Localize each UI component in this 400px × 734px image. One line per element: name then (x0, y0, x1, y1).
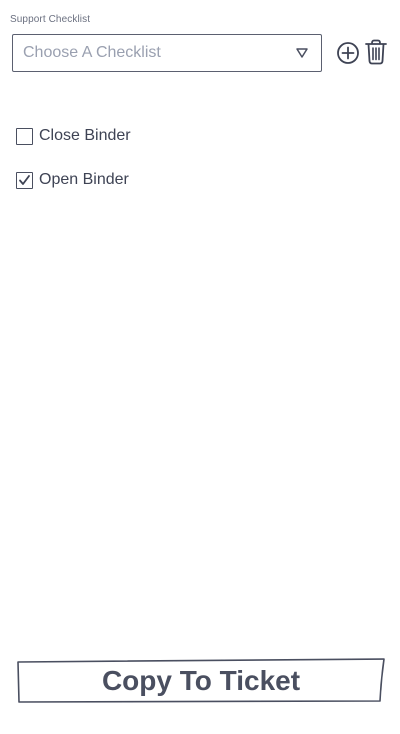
add-checklist-button[interactable] (335, 40, 361, 66)
checklist-item-open-binder[interactable]: Open Binder (16, 171, 129, 189)
checklist-item-label: Close Binder (39, 127, 131, 144)
checklist-select[interactable]: Choose A Checklist (12, 34, 322, 72)
checkmark-icon (19, 174, 30, 185)
checklist-item-close-binder[interactable]: Close Binder (16, 127, 131, 145)
checkbox-checked[interactable] (16, 171, 33, 189)
copy-to-ticket-label: Copy To Ticket (101, 664, 301, 696)
field-label: Support Checklist (10, 14, 91, 25)
plus-circle-icon (337, 42, 359, 64)
select-placeholder: Choose A Checklist (23, 44, 161, 61)
checklist-item-label: Open Binder (39, 171, 129, 188)
copy-to-ticket-button[interactable]: Copy To Ticket (16, 658, 386, 703)
trash-icon (365, 39, 387, 65)
checkbox-unchecked[interactable] (16, 127, 33, 145)
delete-checklist-button[interactable] (363, 38, 389, 65)
caret-down-icon (296, 48, 308, 58)
